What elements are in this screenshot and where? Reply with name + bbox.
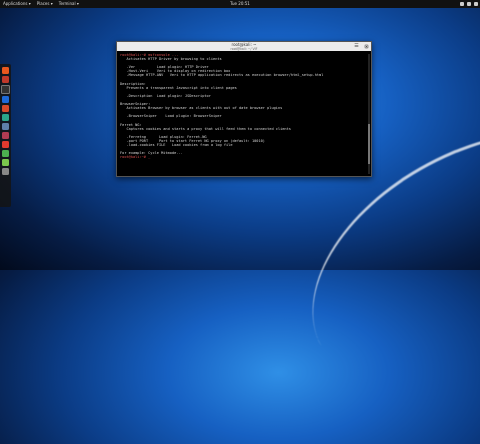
scrollbar-thumb[interactable] — [368, 124, 370, 164]
hamburger-menu-icon[interactable]: ☰ — [354, 44, 359, 49]
dock — [0, 64, 11, 207]
terminal-line: root@kali:~# _ — [120, 155, 151, 160]
show-apps-icon[interactable] — [2, 168, 9, 175]
volume-icon[interactable] — [467, 2, 471, 6]
window-subtitle: root@kali: ~/ VIF — [230, 47, 258, 51]
browser-icon[interactable] — [2, 67, 9, 74]
close-icon[interactable]: × — [364, 44, 369, 49]
burpsuite-icon[interactable] — [2, 114, 9, 121]
terminal-window[interactable]: root@kali: ~ root@kali: ~/ VIF ☰ × root@… — [116, 41, 372, 177]
armitage-icon[interactable] — [2, 105, 9, 112]
metasploit-icon[interactable] — [2, 96, 9, 103]
system-tray — [460, 0, 478, 6]
network-icon[interactable] — [460, 2, 464, 6]
app4-icon[interactable] — [2, 150, 9, 157]
app3-icon[interactable] — [2, 141, 9, 148]
scrollbar[interactable] — [368, 54, 370, 174]
app-icon[interactable] — [2, 123, 9, 130]
terminal-icon[interactable] — [1, 85, 10, 94]
clock[interactable]: Tue 20:51 — [0, 0, 480, 8]
terminal-red-icon[interactable] — [2, 76, 9, 83]
terminal-output[interactable]: root@kali:~# msfconsole ... Activates HT… — [117, 51, 371, 175]
app5-icon[interactable] — [2, 159, 9, 166]
top-panel: Applications ▾ Places ▾ Terminal ▾ Tue 2… — [0, 0, 480, 8]
window-titlebar[interactable]: root@kali: ~ root@kali: ~/ VIF ☰ × — [117, 42, 371, 51]
power-icon[interactable] — [474, 2, 478, 6]
app2-icon[interactable] — [2, 132, 9, 139]
